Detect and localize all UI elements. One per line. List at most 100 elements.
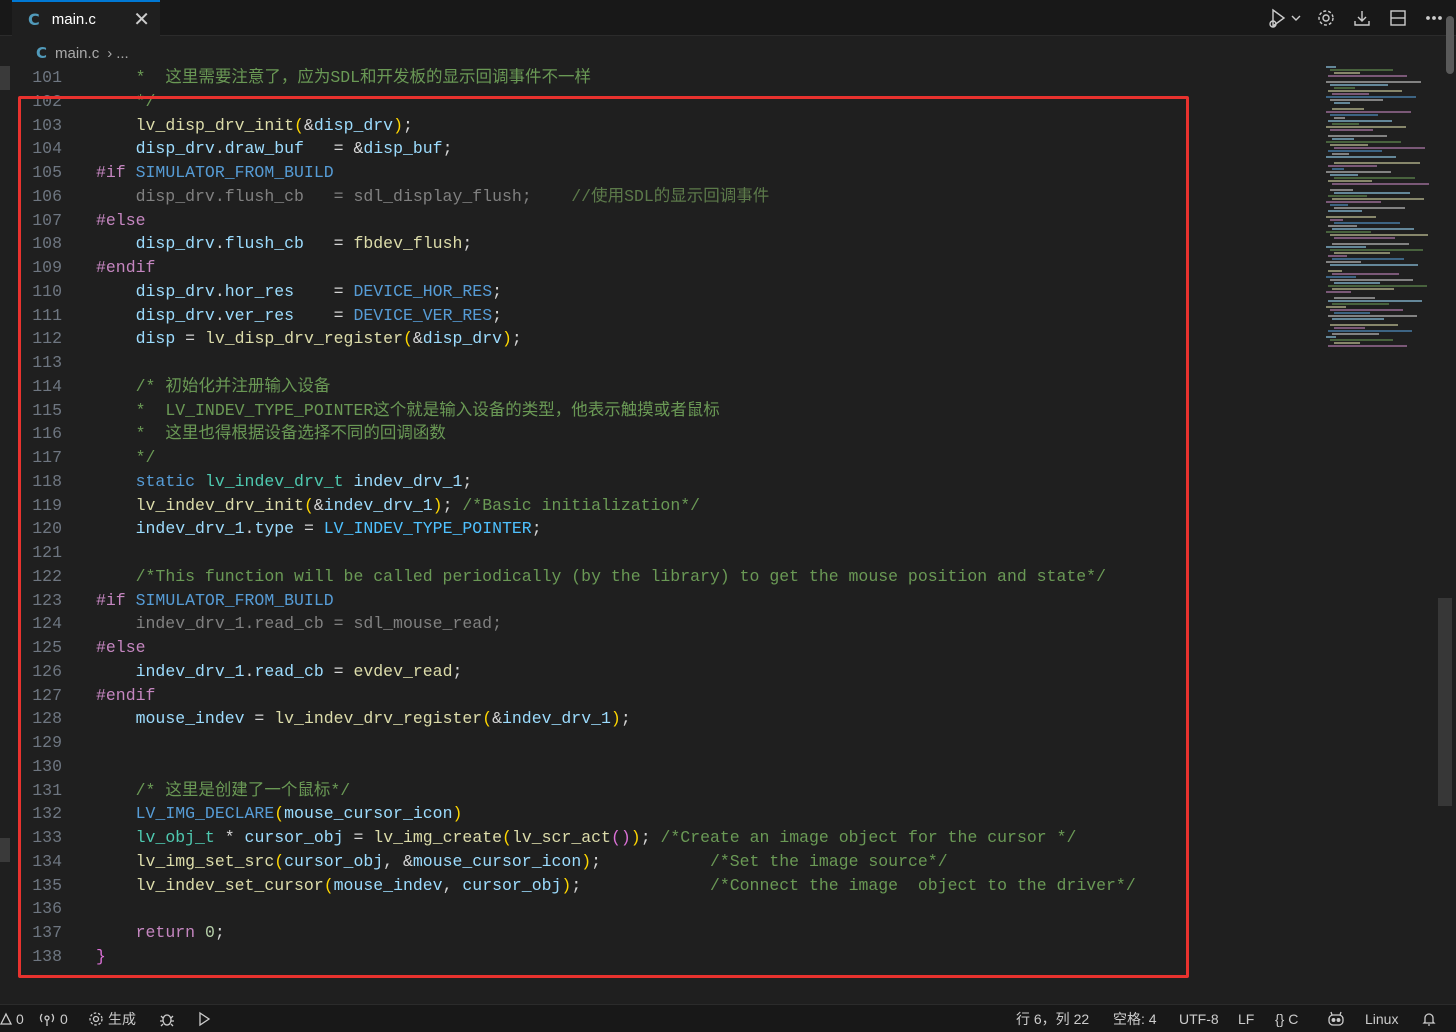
code-line[interactable]: 122 /*This function will be called perio… xyxy=(0,565,1316,589)
overview-ruler-thumb[interactable] xyxy=(1446,16,1454,74)
tab-main-c[interactable]: C main.c ✕ xyxy=(12,0,160,36)
code-line[interactable]: 113 xyxy=(0,351,1316,375)
code-line[interactable]: 105 #if SIMULATOR_FROM_BUILD xyxy=(0,161,1316,185)
minimap-line xyxy=(1334,177,1415,179)
code-line[interactable]: 134 lv_img_set_src(cursor_obj, &mouse_cu… xyxy=(0,850,1316,874)
build-button[interactable]: 生成 xyxy=(88,1009,136,1029)
code-token: lv_img_set_src xyxy=(135,851,275,871)
end-of-line[interactable]: LF xyxy=(1238,1009,1254,1029)
close-icon[interactable]: ✕ xyxy=(133,8,150,30)
minimap-line xyxy=(1330,249,1423,251)
warnings-status[interactable]: 0 xyxy=(0,1009,24,1029)
code-editor[interactable]: 101 * 这里需要注意了，应为SDL和开发板的显示回调事件不一样 102 */1… xyxy=(0,66,1316,1004)
minimap-line xyxy=(1334,312,1370,314)
code-token: = xyxy=(303,234,354,254)
minimap-line xyxy=(1332,333,1379,335)
run-debug-icon[interactable] xyxy=(1266,6,1290,30)
line-number: 131 xyxy=(32,780,62,800)
code-line[interactable]: 136 xyxy=(0,897,1316,921)
minimap-line xyxy=(1334,237,1395,239)
code-token: mouse_indev xyxy=(135,709,245,729)
ports-status[interactable]: 0 xyxy=(38,1009,68,1029)
code-token: = xyxy=(175,329,205,349)
code-line[interactable]: 108 disp_drv.flush_cb = fbdev_flush; xyxy=(0,232,1316,256)
code-line[interactable]: 130 xyxy=(0,755,1316,779)
code-line[interactable]: 106 disp_drv.flush_cb = sdl_display_flus… xyxy=(0,185,1316,209)
code-line[interactable]: 138} xyxy=(0,945,1316,969)
code-token: ) xyxy=(610,709,621,729)
code-line[interactable]: 101 * 这里需要注意了，应为SDL和开发板的显示回调事件不一样 xyxy=(0,66,1316,90)
minimap-line xyxy=(1328,120,1392,122)
code-line[interactable]: 112 disp = lv_disp_drv_register(&disp_dr… xyxy=(0,327,1316,351)
code-token: * 这里也得根据设备选择不同的回调函数 xyxy=(135,424,446,444)
minimap-line xyxy=(1330,174,1358,176)
code-token: lv_obj_t xyxy=(135,828,215,847)
code-line[interactable]: 103 lv_disp_drv_init(&disp_drv); xyxy=(0,114,1316,138)
code-line[interactable]: 102 */ xyxy=(0,90,1316,114)
code-line[interactable]: 127 #endif xyxy=(0,684,1316,708)
code-line[interactable]: 131 /* 这里是创建了一个鼠标*/ xyxy=(0,779,1316,803)
minimap-line xyxy=(1332,123,1359,125)
code-line[interactable]: 109 #endif xyxy=(0,256,1316,280)
download-icon[interactable] xyxy=(1350,6,1374,30)
antenna-icon xyxy=(39,1013,55,1026)
code-line[interactable]: 117 */ xyxy=(0,446,1316,470)
code-line[interactable]: 133 lv_obj_t * cursor_obj = lv_img_creat… xyxy=(0,826,1316,850)
code-line[interactable]: 137 return 0; xyxy=(0,921,1316,945)
vertical-scrollbar-thumb[interactable] xyxy=(1438,598,1452,806)
minimap-line xyxy=(1332,273,1399,275)
code-line[interactable]: 125 #else xyxy=(0,636,1316,660)
code-line[interactable]: 121 xyxy=(0,541,1316,565)
code-text: return 0; xyxy=(96,921,225,945)
code-line[interactable]: 111 disp_drv.ver_res = DEVICE_VER_RES; xyxy=(0,304,1316,328)
code-line[interactable]: 115 * LV_INDEV_TYPE_POINTER这个就是输入设备的类型，他… xyxy=(0,399,1316,423)
notifications-bell-icon[interactable] xyxy=(1421,1009,1437,1029)
breadcrumb-file[interactable]: main.c xyxy=(55,45,99,62)
code-line[interactable]: 119 lv_indev_drv_init(&indev_drv_1); /*B… xyxy=(0,494,1316,518)
line-number: 118 xyxy=(32,471,62,491)
more-icon[interactable] xyxy=(1422,6,1446,30)
breadcrumb-more[interactable]: ... xyxy=(116,45,129,62)
code-token: indev_drv_1 xyxy=(323,495,433,515)
code-line[interactable]: 114 /* 初始化并注册输入设备 xyxy=(0,375,1316,399)
code-line[interactable]: 120 indev_drv_1.type = LV_INDEV_TYPE_POI… xyxy=(0,517,1316,541)
code-token: ; xyxy=(492,305,502,325)
gear-icon[interactable] xyxy=(1314,6,1338,30)
language-mode[interactable]: {} C xyxy=(1275,1009,1298,1029)
encoding[interactable]: UTF-8 xyxy=(1179,1009,1219,1029)
code-line[interactable]: 118 static lv_indev_drv_t indev_drv_1; xyxy=(0,470,1316,494)
code-line[interactable]: 132 LV_IMG_DECLARE(mouse_cursor_icon) xyxy=(0,802,1316,826)
code-token: ; xyxy=(402,115,413,135)
code-line[interactable]: 123 #if SIMULATOR_FROM_BUILD xyxy=(0,589,1316,613)
code-token: ; xyxy=(452,661,463,681)
code-token: SIMULATOR_FROM_BUILD xyxy=(135,163,334,182)
code-token: #endif xyxy=(96,258,156,277)
run-button[interactable] xyxy=(196,1009,212,1029)
minimap[interactable] xyxy=(1320,66,1440,356)
code-line[interactable]: 124 indev_drv_1.read_cb = sdl_mouse_read… xyxy=(0,612,1316,636)
code-token: ; xyxy=(591,851,710,871)
code-token: disp_drv xyxy=(313,115,394,135)
platform[interactable]: Linux xyxy=(1365,1009,1398,1029)
code-line[interactable]: 135 lv_indev_set_cursor(mouse_indev, cur… xyxy=(0,874,1316,898)
code-line[interactable]: 116 * 这里也得根据设备选择不同的回调函数 xyxy=(0,422,1316,446)
code-line[interactable]: 107 #else xyxy=(0,209,1316,233)
code-line[interactable]: 129 xyxy=(0,731,1316,755)
code-line[interactable]: 104 disp_drv.draw_buf = &disp_buf; xyxy=(0,137,1316,161)
minimap-line xyxy=(1328,315,1417,317)
code-line[interactable]: 128 mouse_indev = lv_indev_drv_register(… xyxy=(0,707,1316,731)
indentation[interactable]: 空格: 4 xyxy=(1113,1009,1157,1029)
code-line[interactable]: 110 disp_drv.hor_res = DEVICE_HOR_RES; xyxy=(0,280,1316,304)
chevron-down-icon[interactable] xyxy=(1290,6,1302,30)
code-token: /*This function will be called periodica… xyxy=(135,566,1106,586)
line-number: 103 xyxy=(32,115,62,135)
debug-button[interactable] xyxy=(158,1009,176,1029)
minimap-line xyxy=(1334,162,1420,164)
cursor-position[interactable]: 行 6，列 22 xyxy=(1016,1009,1089,1029)
split-editor-icon[interactable] xyxy=(1386,6,1410,30)
code-token: , xyxy=(442,875,463,895)
code-line[interactable]: 126 indev_drv_1.read_cb = evdev_read; xyxy=(0,660,1316,684)
copilot-icon[interactable] xyxy=(1326,1009,1346,1029)
